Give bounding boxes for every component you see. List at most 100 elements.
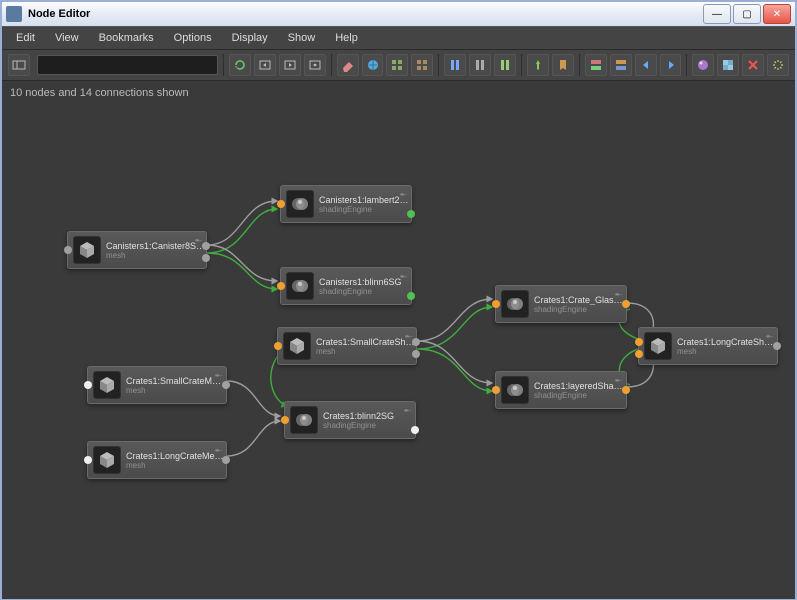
close-button[interactable]: ✕	[763, 4, 791, 24]
node-canister-shape[interactable]: Canisters1:Canister8ShapePPmesh ••• –	[67, 231, 207, 269]
shading-icon	[290, 406, 318, 434]
node-grip-icon: ••• –	[766, 332, 771, 341]
layout-b-button[interactable]	[610, 54, 632, 76]
texture-button[interactable]	[717, 54, 739, 76]
node-crate-glass-sg[interactable]: Crates1:Crate_Glass_NSGshadingEngine •••…	[495, 285, 627, 323]
menu-view[interactable]: View	[47, 30, 87, 46]
node-smallcrate-shape[interactable]: Crates1:SmallCrateShapemesh ••• –	[277, 327, 417, 365]
app-icon	[6, 6, 22, 22]
node-text: Crates1:SmallCrateShapemesh	[316, 337, 416, 356]
input-port[interactable]	[274, 342, 282, 350]
menu-options[interactable]: Options	[166, 30, 220, 46]
clear-button[interactable]	[337, 54, 359, 76]
node-subtitle: shadingEngine	[534, 391, 626, 400]
output-port[interactable]	[407, 292, 415, 300]
output-button[interactable]	[279, 54, 301, 76]
io-button[interactable]	[304, 54, 326, 76]
node-text: Crates1:LongCrateShapemesh	[677, 337, 777, 356]
node-blinn2-sg[interactable]: Crates1:blinn2SGshadingEngine ••• –	[284, 401, 416, 439]
output-port[interactable]	[622, 300, 630, 308]
refresh-button[interactable]	[229, 54, 251, 76]
output-port[interactable]	[411, 426, 419, 434]
mesh-icon	[644, 332, 672, 360]
node-canvas[interactable]: 10 nodes and 14 connections shown	[2, 81, 795, 599]
node-text: Crates1:SmallCrateMetalShapemesh	[126, 376, 226, 395]
grid-a-button[interactable]	[386, 54, 408, 76]
shading-icon	[501, 290, 529, 318]
output-port[interactable]	[622, 386, 630, 394]
node-text: Canisters1:blinn6SGshadingEngine	[319, 277, 411, 296]
node-text: Crates1:LongCrateMetalShapemesh	[126, 451, 226, 470]
input-port[interactable]	[281, 416, 289, 424]
output-port[interactable]	[202, 242, 210, 250]
node-title: Crates1:LongCrateShape	[677, 337, 777, 347]
output-port[interactable]	[412, 350, 420, 358]
delete-button[interactable]	[742, 54, 764, 76]
bars-c-button[interactable]	[494, 54, 516, 76]
window-controls: — ▢ ✕	[703, 4, 791, 24]
node-smallcrate-metal[interactable]: Crates1:SmallCrateMetalShapemesh ••• –	[87, 366, 227, 404]
node-text: Crates1:Crate_Glass_NSGshadingEngine	[534, 295, 626, 314]
arrow-left-button[interactable]	[635, 54, 657, 76]
toolbar-separator	[438, 54, 439, 76]
output-port[interactable]	[407, 210, 415, 218]
node-lambert-sg[interactable]: Canisters1:lambert2SGshadingEngine ••• –	[280, 185, 412, 223]
menu-show[interactable]: Show	[280, 30, 324, 46]
minimize-button[interactable]: —	[703, 4, 731, 24]
input-port[interactable]	[492, 386, 500, 394]
output-port[interactable]	[202, 254, 210, 262]
output-port[interactable]	[222, 456, 230, 464]
node-grip-icon: ••• –	[400, 190, 405, 199]
pin-button[interactable]	[527, 54, 549, 76]
layout-a-button[interactable]	[585, 54, 607, 76]
output-port[interactable]	[773, 342, 781, 350]
shading-icon	[286, 272, 314, 300]
input-port[interactable]	[64, 246, 72, 254]
shading-icon	[286, 190, 314, 218]
menu-display[interactable]: Display	[224, 30, 276, 46]
menu-edit[interactable]: Edit	[8, 30, 43, 46]
input-port[interactable]	[277, 200, 285, 208]
menu-bookmarks[interactable]: Bookmarks	[91, 30, 162, 46]
toggle-panel-button[interactable]	[8, 54, 30, 76]
input-port[interactable]	[635, 338, 643, 346]
node-title: Crates1:LongCrateMetalShape	[126, 451, 226, 461]
bookmark-button[interactable]	[552, 54, 574, 76]
output-port[interactable]	[412, 338, 420, 346]
node-longcrate-shape[interactable]: Crates1:LongCrateShapemesh ••• –	[638, 327, 778, 365]
grid-b-button[interactable]	[411, 54, 433, 76]
node-grip-icon: ••• –	[615, 290, 620, 299]
status-text: 10 nodes and 14 connections shown	[10, 87, 189, 99]
node-title: Crates1:layeredShader1SG	[534, 381, 626, 391]
bars-a-button[interactable]	[444, 54, 466, 76]
search-input[interactable]	[37, 55, 218, 75]
input-port[interactable]	[635, 350, 643, 358]
mesh-icon	[283, 332, 311, 360]
maximize-button[interactable]: ▢	[733, 4, 761, 24]
node-text: Canisters1:lambert2SGshadingEngine	[319, 195, 411, 214]
node-grip-icon: ••• –	[215, 446, 220, 455]
node-layeredshader-sg[interactable]: Crates1:layeredShader1SGshadingEngine ••…	[495, 371, 627, 409]
world-button[interactable]	[362, 54, 384, 76]
input-port[interactable]	[277, 282, 285, 290]
node-longcrate-metal[interactable]: Crates1:LongCrateMetalShapemesh ••• –	[87, 441, 227, 479]
settings-button[interactable]	[767, 54, 789, 76]
node-subtitle: shadingEngine	[323, 421, 415, 430]
menu-help[interactable]: Help	[327, 30, 366, 46]
output-port[interactable]	[222, 381, 230, 389]
input-button[interactable]	[254, 54, 276, 76]
node-title: Canisters1:Canister8ShapePP	[106, 241, 206, 251]
arrow-right-button[interactable]	[660, 54, 682, 76]
node-subtitle: mesh	[126, 386, 226, 395]
input-port[interactable]	[492, 300, 500, 308]
mesh-icon	[93, 371, 121, 399]
node-grip-icon: ••• –	[615, 376, 620, 385]
node-subtitle: mesh	[126, 461, 226, 470]
toolbar-separator	[331, 54, 332, 76]
node-title: Canisters1:blinn6SG	[319, 277, 411, 287]
bars-b-button[interactable]	[469, 54, 491, 76]
material-button[interactable]	[692, 54, 714, 76]
input-port[interactable]	[84, 381, 92, 389]
node-blinn6-sg[interactable]: Canisters1:blinn6SGshadingEngine ••• –	[280, 267, 412, 305]
input-port[interactable]	[84, 456, 92, 464]
